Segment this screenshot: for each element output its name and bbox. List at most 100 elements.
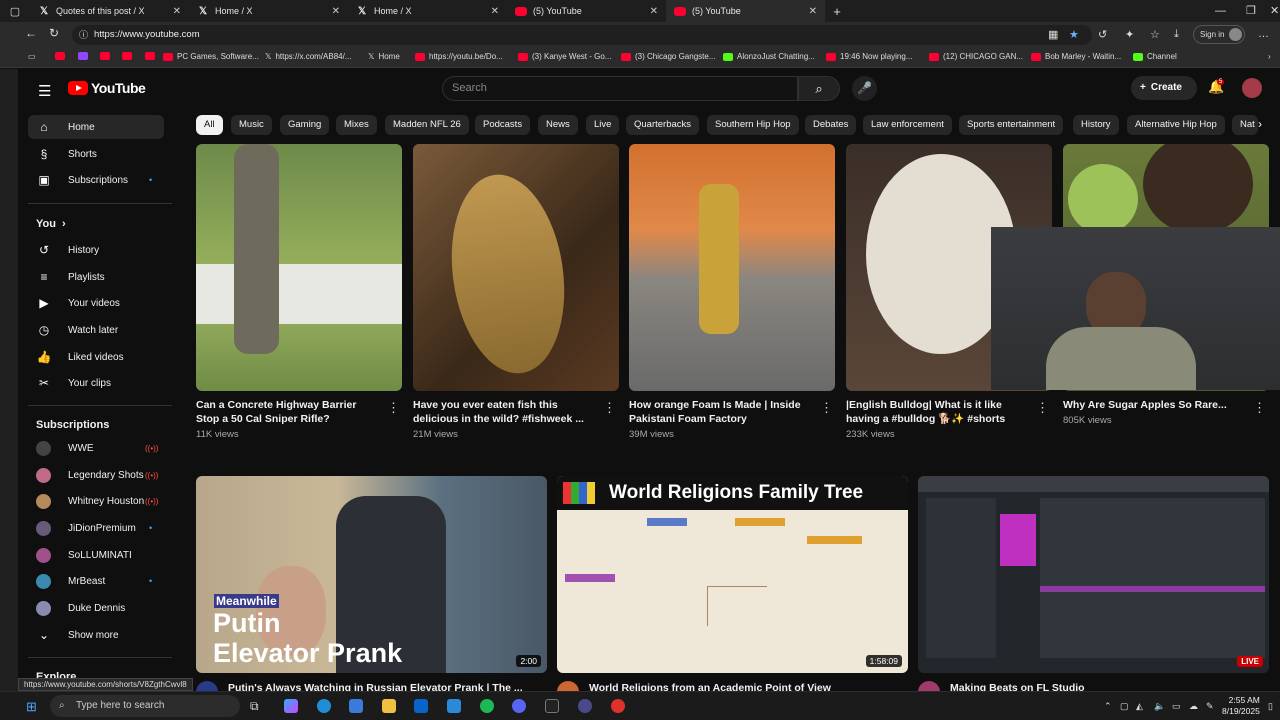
sign-in-button[interactable]: Sign in — [1193, 25, 1245, 44]
more-options-icon[interactable]: ⋮ — [1253, 400, 1266, 416]
bookmark-item[interactable]: Bob Marley - Waitin... — [1031, 52, 1121, 61]
sidebar-channel[interactable]: Duke Dennis — [28, 596, 164, 620]
bookmark-item[interactable]: (3) Chicago Gangste... — [621, 52, 715, 61]
more-options-icon[interactable]: ⋮ — [387, 400, 400, 416]
video-title[interactable]: World Religions from an Academic Point o… — [589, 681, 889, 691]
new-tab-button[interactable]: + — [825, 4, 849, 19]
bookmark-item[interactable]: 𝕏 Home — [368, 52, 400, 61]
chip[interactable]: Nat — [1232, 115, 1258, 135]
video-title[interactable]: Making Beats on FL Studio — [950, 681, 1250, 691]
grid-icon[interactable]: ▦ — [1048, 28, 1058, 41]
bookmark-item[interactable]: (12) CHICAGO GAN... — [929, 52, 1023, 61]
chevron-up-icon[interactable]: ⌃ — [1104, 701, 1112, 712]
pen-icon[interactable]: ✎ — [1206, 701, 1214, 712]
chip[interactable]: Live — [586, 115, 620, 135]
short-title[interactable]: Have you ever eaten fish this delicious … — [413, 398, 593, 426]
voice-search-button[interactable]: 🎤 — [852, 76, 877, 101]
youtube-logo[interactable]: YouTube — [68, 80, 146, 96]
sidebar-toggle-icon[interactable]: ▢ — [0, 5, 30, 18]
search-input[interactable]: Search — [442, 76, 798, 101]
sidebar-channel[interactable]: SoLLUMINATI — [28, 543, 164, 567]
battery-icon[interactable]: ▭ — [1172, 701, 1181, 712]
edge-icon[interactable] — [317, 699, 331, 713]
bookmark-item[interactable]: (3) Kanye West - Go... — [518, 52, 611, 61]
chip[interactable]: Debates — [805, 115, 857, 135]
sidebar-channel[interactable]: MrBeast — [28, 569, 164, 593]
browser-tab[interactable]: 𝕏 Quotes of this post / X ✕ — [30, 0, 189, 22]
sidebar-channel[interactable]: JiDionPremium — [28, 516, 164, 540]
chip[interactable]: Mixes — [336, 115, 377, 135]
close-icon[interactable]: ✕ — [173, 6, 181, 17]
short-title[interactable]: How orange Foam Is Made | Inside Pakista… — [629, 398, 809, 426]
chip[interactable]: Gaming — [280, 115, 330, 135]
app-icon[interactable] — [578, 699, 592, 713]
sidebar-channel[interactable]: Whitney Houston — [28, 489, 164, 513]
video-thumbnail[interactable]: Meanwhile Putin Elevator Prank 2:00 — [196, 476, 547, 673]
bookmark-item[interactable]: 𝕏https://x.com/AB84/... — [265, 52, 351, 61]
browser-tab-active[interactable]: (5) YouTube ✕ — [666, 0, 825, 22]
bookmark-item[interactable]: https://youtu.be/Do... — [415, 52, 503, 61]
file-explorer-icon[interactable] — [382, 699, 396, 713]
youtube-icon[interactable] — [55, 52, 69, 60]
chip-all[interactable]: All — [196, 115, 223, 135]
sidebar-item-liked-videos[interactable]: 👍 Liked videos — [28, 345, 164, 369]
download-icon[interactable]: ⤓ — [1174, 28, 1179, 41]
youtube-icon[interactable] — [100, 52, 114, 60]
video-thumbnail[interactable]: LIVE — [918, 476, 1269, 673]
sidebar-item-shorts[interactable]: § Shorts — [28, 142, 164, 166]
epic-games-icon[interactable] — [545, 699, 559, 713]
task-view-icon[interactable]: ⧉ — [250, 699, 259, 714]
volume-icon[interactable]: 🔈 — [1154, 701, 1165, 712]
sidebar-item-history[interactable]: ↺ History — [28, 238, 164, 262]
chip[interactable]: Music — [231, 115, 272, 135]
sidebar-item-watch-later[interactable]: ◷ Watch later — [28, 318, 164, 342]
close-icon[interactable]: ✕ — [491, 6, 499, 17]
obs-icon[interactable] — [611, 699, 625, 713]
bookmark-folder-icon[interactable]: ▭ — [28, 52, 36, 61]
sidebar-channel[interactable]: WWE — [28, 436, 164, 460]
sidebar-item-your-clips[interactable]: ✂ Your clips — [28, 371, 164, 395]
channel-avatar[interactable] — [196, 681, 218, 691]
video-thumbnail[interactable]: World Religions Family Tree 1:58:09 — [557, 476, 908, 673]
sidebar-channel[interactable]: Legendary Shots — [28, 463, 164, 487]
refresh-extension-icon[interactable]: ↺ — [1098, 28, 1107, 41]
video-title[interactable]: Putin's Always Watching in Russian Eleva… — [228, 681, 528, 691]
more-options-icon[interactable]: ⋮ — [820, 400, 833, 416]
close-icon[interactable]: ✕ — [650, 6, 658, 17]
photos-icon[interactable] — [447, 699, 461, 713]
hamburger-menu-icon[interactable]: ☰ — [38, 82, 51, 100]
short-thumbnail[interactable] — [413, 144, 619, 391]
short-title[interactable]: |English Bulldog| What is it like having… — [846, 398, 1026, 426]
chevron-right-icon[interactable]: › — [1258, 117, 1262, 131]
discord-icon[interactable] — [512, 699, 526, 713]
chip[interactable]: Law enforcement — [863, 115, 952, 135]
favorites-icon[interactable]: ☆ — [1150, 28, 1160, 41]
chip[interactable]: Southern Hip Hop — [707, 115, 799, 135]
bookmark-item[interactable]: PC Games, Software... — [163, 52, 259, 61]
chip[interactable]: History — [1073, 115, 1119, 135]
chip[interactable]: Sports entertainment — [959, 115, 1064, 135]
short-title[interactable]: Can a Concrete Highway Barrier Stop a 50… — [196, 398, 376, 426]
browser-tab[interactable]: 𝕏 Home / X ✕ — [348, 0, 507, 22]
youtube-icon[interactable] — [145, 52, 159, 60]
taskbar-clock[interactable]: 2:55 AM 8/19/2025 — [1222, 695, 1260, 717]
reload-icon[interactable]: ↻ — [49, 26, 59, 40]
browser-tab[interactable]: (5) YouTube ✕ — [507, 0, 666, 22]
sidebar-item-your-videos[interactable]: ▶ Your videos — [28, 291, 164, 315]
close-icon[interactable]: ✕ — [332, 6, 340, 17]
minimize-icon[interactable]: — — [1215, 0, 1226, 22]
outlook-icon[interactable] — [414, 699, 428, 713]
twitch-icon[interactable] — [78, 52, 92, 60]
windows-start-icon[interactable]: ⊞ — [26, 699, 37, 715]
youtube-icon[interactable] — [122, 52, 136, 60]
channel-avatar[interactable] — [918, 681, 940, 691]
chip[interactable]: News — [538, 115, 578, 135]
extension-icon[interactable]: ✦ — [1125, 28, 1134, 41]
bookmark-item[interactable]: AlonzoJust Chatting... — [723, 52, 815, 61]
sidebar-item-subscriptions[interactable]: ▣ Subscriptions — [28, 168, 164, 192]
menu-dots-icon[interactable]: … — [1258, 28, 1269, 40]
browser-tab[interactable]: 𝕏 Home / X ✕ — [189, 0, 348, 22]
spotify-icon[interactable] — [480, 699, 494, 713]
search-button[interactable]: ⌕ — [798, 76, 840, 101]
more-options-icon[interactable]: ⋮ — [1036, 400, 1049, 416]
